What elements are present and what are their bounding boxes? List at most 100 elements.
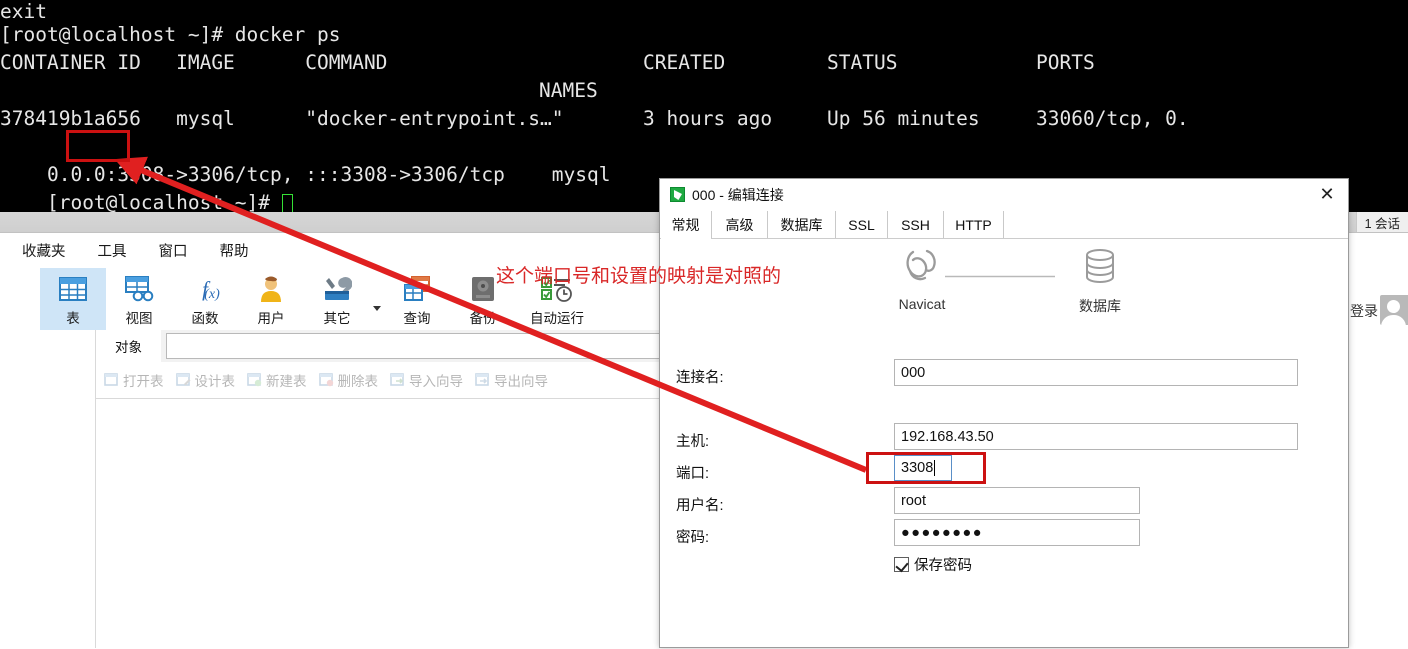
menu-item-help[interactable]: 帮助 [220,240,249,261]
action-label-delete-table: 删除表 [337,374,379,389]
terminal-header-created: CREATED [643,51,726,74]
brand-label-database: 数据库 [1079,298,1121,314]
tab-ssh[interactable]: SSH [888,211,944,239]
edit-connection-dialog: 000 - 编辑连接 ✕ 常规 高级 数据库 SSL SSH HTTP Navi… [659,178,1349,648]
object-tab[interactable]: 对象 [96,330,161,362]
navicat-logo-icon [897,249,947,293]
brand-navicat: Navicat [882,247,962,312]
password-input[interactable]: ●●●●●●●● [894,519,1140,546]
database-cylinder-icon [1078,249,1122,293]
terminal-row-left: 378419b1a656 mysql "docker-entrypoint.s…… [0,107,564,130]
action-label-import-wizard: 导入向导 [409,374,463,389]
login-link[interactable]: 登录 [1350,301,1378,321]
import-wizard-icon [390,373,405,387]
design-table-icon [175,373,191,387]
new-table-icon [247,373,262,387]
terminal-header-left: CONTAINER ID IMAGE COMMAND [0,51,388,74]
save-password-checkbox[interactable] [894,557,909,572]
action-label-export-wizard: 导出向导 [494,374,548,389]
label-connection-name: 连接名: [676,370,724,386]
terminal-cursor [281,194,293,212]
tab-ssl[interactable]: SSL [836,211,888,239]
delete-table-icon [318,373,334,387]
terminal-row-ports: 33060/tcp, 0. [1036,107,1189,130]
other-tools-icon [322,273,352,305]
terminal-header-ports: PORTS [1036,51,1095,74]
brand-database: 数据库 [1060,247,1140,316]
toolbar-label-automation: 自动运行 [530,311,584,326]
toolbar-label-table: 表 [66,311,80,326]
view-icon [124,273,154,305]
action-label-design-table: 设计表 [194,374,236,389]
backup-icon [470,273,496,305]
action-export-wizard[interactable]: 导出向导 [475,370,548,390]
toolbar-button-function[interactable]: f (x) 函数 [172,268,238,330]
brand-label-navicat: Navicat [898,296,946,312]
toolbar-button-view[interactable]: 视图 [106,268,172,330]
toolbar-label-backup: 备份 [469,311,497,326]
toolbar-button-user[interactable]: 用户 [238,268,304,330]
toolbar-button-backup[interactable]: 备份 [450,268,516,330]
session-count-label: 1 会话 [1355,212,1408,232]
open-table-icon [104,373,119,387]
save-password-label: 保存密码 [914,558,972,574]
username-input[interactable]: root [894,487,1140,514]
action-new-table[interactable]: 新建表 [247,370,307,390]
table-icon [58,273,88,305]
right-pane: 登录 [1340,233,1408,648]
menu-item-tools[interactable]: 工具 [98,240,127,261]
toolbar-label-view: 视图 [125,311,153,326]
terminal-row-status: Up 56 minutes [827,107,980,130]
menu-item-window[interactable]: 窗口 [159,240,188,261]
label-host: 主机: [676,434,710,450]
terminal-row-created: 3 hours ago [643,107,773,130]
toolbar-button-automation[interactable]: 自动运行 [516,268,598,330]
action-label-open-table: 打开表 [123,374,164,389]
text-cursor [934,460,936,476]
action-open-table[interactable]: 打开表 [104,370,164,390]
port-input-value: 3308 [901,460,934,476]
terminal-prompt: [root@localhost ~]# [46,191,282,212]
tab-advanced[interactable]: 高级 [712,211,768,239]
automation-icon [540,273,574,305]
toolbar-overflow-caret[interactable] [370,268,384,330]
toolbar-label-user: 用户 [257,311,285,326]
menu-item-favorites[interactable]: 收藏夹 [22,240,66,261]
avatar[interactable] [1380,295,1408,325]
svg-text:(x): (x) [204,287,220,302]
toolbar-button-table[interactable]: 表 [40,268,106,330]
function-icon: f (x) [188,273,222,305]
export-wizard-icon [475,373,490,387]
toolbar-label-function: 函数 [191,311,219,326]
close-icon[interactable]: ✕ [1312,183,1342,207]
host-input[interactable]: 192.168.43.50 [894,423,1298,450]
label-port: 端口: [676,466,710,482]
query-icon [402,273,432,305]
dialog-body: Navicat 数据库 连接名: 000 主机: 192.168.43.50 端… [660,239,1348,647]
action-delete-table[interactable]: 删除表 [318,370,379,390]
label-username: 用户名: [676,498,724,514]
sidebar-panel [0,330,95,648]
terminal-header-names: NAMES [539,79,598,102]
navicat-app-icon [670,187,685,202]
tab-general[interactable]: 常规 [660,211,712,239]
user-icon [257,273,285,305]
save-password-row[interactable]: 保存密码 [894,554,972,575]
toolbar-button-query[interactable]: 查询 [384,268,450,330]
label-password: 密码: [676,530,710,546]
action-design-table[interactable]: 设计表 [175,370,236,390]
dialog-title-bar[interactable]: 000 - 编辑连接 ✕ [660,179,1348,211]
terminal-line-command: [root@localhost ~]# docker ps [0,23,341,46]
action-import-wizard[interactable]: 导入向导 [390,370,463,390]
toolbar-button-other[interactable]: 其它 [304,268,370,330]
toolbar-label-query: 查询 [403,311,431,326]
terminal-header-status: STATUS [827,51,898,74]
brand-row: Navicat 数据库 [660,239,1348,324]
action-label-new-table: 新建表 [266,374,307,389]
connection-name-input[interactable]: 000 [894,359,1298,386]
port-input[interactable]: 3308 [894,455,952,481]
tab-http[interactable]: HTTP [944,211,1004,239]
dialog-title: 000 - 编辑连接 [692,187,784,203]
toolbar-label-other: 其它 [323,311,351,326]
tab-database[interactable]: 数据库 [768,211,836,239]
